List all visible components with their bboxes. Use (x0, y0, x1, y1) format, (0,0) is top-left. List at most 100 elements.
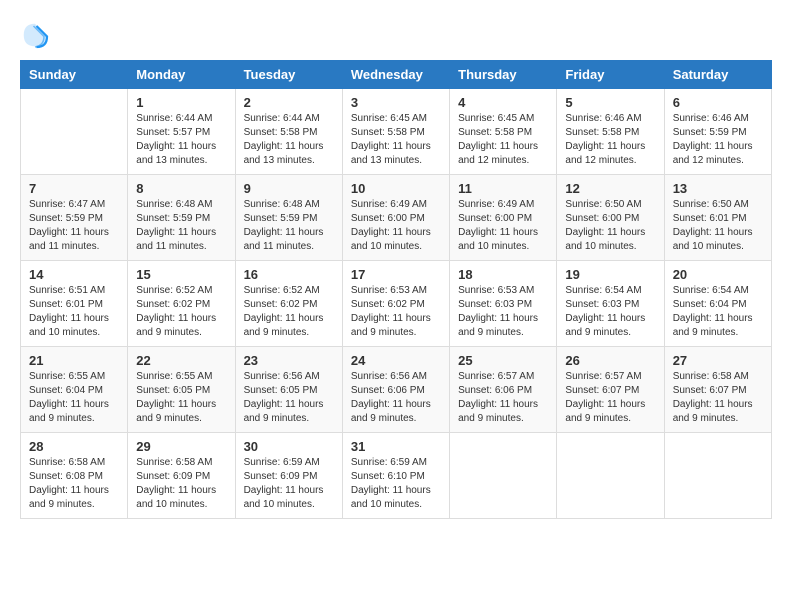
day-number: 18 (458, 267, 548, 282)
calendar-cell: 13Sunrise: 6:50 AM Sunset: 6:01 PM Dayli… (664, 175, 771, 261)
day-info: Sunrise: 6:59 AM Sunset: 6:10 PM Dayligh… (351, 456, 441, 512)
day-number: 14 (29, 267, 119, 282)
page-header (20, 20, 772, 50)
calendar-header-sunday: Sunday (21, 61, 128, 89)
calendar-header-monday: Monday (128, 61, 235, 89)
day-number: 12 (565, 181, 655, 196)
calendar-cell: 19 Sunrise: 6:54 AM Sunset: 6:03 PM Dayli… (557, 261, 664, 347)
calendar-cell: 2Sunrise: 6:44 AM Sunset: 5:58 PM Daylig… (235, 89, 342, 175)
calendar-header-friday: Friday (557, 61, 664, 89)
day-number: 23 (244, 353, 334, 368)
calendar-cell: 12Sunrise: 6:50 AM Sunset: 6:00 PM Dayli… (557, 175, 664, 261)
calendar-cell: 6Sunrise: 6:46 AM Sunset: 5:59 PM Daylig… (664, 89, 771, 175)
day-number: 25 (458, 353, 548, 368)
calendar-cell: 30 Sunrise: 6:59 AM Sunset: 6:09 PM Dayli… (235, 433, 342, 519)
calendar-week-row: 21 Sunrise: 6:55 AM Sunset: 6:04 PM Dayli… (21, 347, 772, 433)
day-info: Sunrise: 6:58 AM Sunset: 6:07 PM Dayligh… (673, 370, 763, 426)
calendar-cell: 31Sunrise: 6:59 AM Sunset: 6:10 PM Dayli… (342, 433, 449, 519)
calendar-cell: 23 Sunrise: 6:56 AM Sunset: 6:05 PM Dayli… (235, 347, 342, 433)
day-number: 11 (458, 181, 548, 196)
day-number: 16 (244, 267, 334, 282)
calendar-cell: 29 Sunrise: 6:58 AM Sunset: 6:09 PM Dayli… (128, 433, 235, 519)
day-number: 21 (29, 353, 119, 368)
calendar-header-wednesday: Wednesday (342, 61, 449, 89)
day-info: Sunrise: 6:46 AM Sunset: 5:58 PM Dayligh… (565, 112, 655, 168)
day-number: 29 (136, 439, 226, 454)
calendar-cell (557, 433, 664, 519)
day-number: 17 (351, 267, 441, 282)
calendar-cell (664, 433, 771, 519)
logo (20, 20, 54, 50)
calendar-week-row: 14 Sunrise: 6:51 AM Sunset: 6:01 PM Dayli… (21, 261, 772, 347)
calendar-cell: 1 Sunrise: 6:44 AM Sunset: 5:57 PM Daylig… (128, 89, 235, 175)
day-number: 5 (565, 95, 655, 110)
day-info: Sunrise: 6:54 AM Sunset: 6:03 PM Dayligh… (565, 284, 655, 340)
day-number: 4 (458, 95, 548, 110)
day-info: Sunrise: 6:56 AM Sunset: 6:06 PM Dayligh… (351, 370, 441, 426)
logo-icon (20, 20, 50, 50)
day-info: Sunrise: 6:49 AM Sunset: 6:00 PM Dayligh… (351, 198, 441, 254)
day-info: Sunrise: 6:48 AM Sunset: 5:59 PM Dayligh… (136, 198, 226, 254)
day-number: 30 (244, 439, 334, 454)
day-info: Sunrise: 6:57 AM Sunset: 6:07 PM Dayligh… (565, 370, 655, 426)
calendar-header-saturday: Saturday (664, 61, 771, 89)
calendar-header-thursday: Thursday (450, 61, 557, 89)
day-info: Sunrise: 6:44 AM Sunset: 5:57 PM Dayligh… (136, 112, 226, 168)
day-info: Sunrise: 6:57 AM Sunset: 6:06 PM Dayligh… (458, 370, 548, 426)
day-number: 9 (244, 181, 334, 196)
day-info: Sunrise: 6:54 AM Sunset: 6:04 PM Dayligh… (673, 284, 763, 340)
day-number: 7 (29, 181, 119, 196)
day-number: 26 (565, 353, 655, 368)
calendar-cell (21, 89, 128, 175)
day-number: 19 (565, 267, 655, 282)
day-number: 3 (351, 95, 441, 110)
calendar-cell: 28 Sunrise: 6:58 AM Sunset: 6:08 PM Dayli… (21, 433, 128, 519)
calendar-cell (450, 433, 557, 519)
calendar-header-row: SundayMondayTuesdayWednesdayThursdayFrid… (21, 61, 772, 89)
calendar-cell: 22 Sunrise: 6:55 AM Sunset: 6:05 PM Dayli… (128, 347, 235, 433)
calendar-header-tuesday: Tuesday (235, 61, 342, 89)
day-number: 8 (136, 181, 226, 196)
calendar-cell: 11Sunrise: 6:49 AM Sunset: 6:00 PM Dayli… (450, 175, 557, 261)
day-info: Sunrise: 6:53 AM Sunset: 6:02 PM Dayligh… (351, 284, 441, 340)
calendar-cell: 15Sunrise: 6:52 AM Sunset: 6:02 PM Dayli… (128, 261, 235, 347)
calendar-cell: 7 Sunrise: 6:47 AM Sunset: 5:59 PM Daylig… (21, 175, 128, 261)
calendar-cell: 14 Sunrise: 6:51 AM Sunset: 6:01 PM Dayli… (21, 261, 128, 347)
calendar-cell: 24 Sunrise: 6:56 AM Sunset: 6:06 PM Dayli… (342, 347, 449, 433)
day-number: 20 (673, 267, 763, 282)
calendar-cell: 17 Sunrise: 6:53 AM Sunset: 6:02 PM Dayli… (342, 261, 449, 347)
day-number: 2 (244, 95, 334, 110)
calendar-week-row: 7 Sunrise: 6:47 AM Sunset: 5:59 PM Daylig… (21, 175, 772, 261)
day-info: Sunrise: 6:55 AM Sunset: 6:04 PM Dayligh… (29, 370, 119, 426)
calendar-cell: 25 Sunrise: 6:57 AM Sunset: 6:06 PM Dayli… (450, 347, 557, 433)
day-info: Sunrise: 6:51 AM Sunset: 6:01 PM Dayligh… (29, 284, 119, 340)
calendar-cell: 4Sunrise: 6:45 AM Sunset: 5:58 PM Daylig… (450, 89, 557, 175)
day-number: 27 (673, 353, 763, 368)
day-info: Sunrise: 6:53 AM Sunset: 6:03 PM Dayligh… (458, 284, 548, 340)
calendar-week-row: 28 Sunrise: 6:58 AM Sunset: 6:08 PM Dayli… (21, 433, 772, 519)
calendar-cell: 8 Sunrise: 6:48 AM Sunset: 5:59 PM Daylig… (128, 175, 235, 261)
day-number: 1 (136, 95, 226, 110)
day-info: Sunrise: 6:58 AM Sunset: 6:08 PM Dayligh… (29, 456, 119, 512)
day-number: 28 (29, 439, 119, 454)
day-info: Sunrise: 6:58 AM Sunset: 6:09 PM Dayligh… (136, 456, 226, 512)
calendar-cell: 21 Sunrise: 6:55 AM Sunset: 6:04 PM Dayli… (21, 347, 128, 433)
day-info: Sunrise: 6:52 AM Sunset: 6:02 PM Dayligh… (136, 284, 226, 340)
day-info: Sunrise: 6:47 AM Sunset: 5:59 PM Dayligh… (29, 198, 119, 254)
day-number: 13 (673, 181, 763, 196)
day-info: Sunrise: 6:55 AM Sunset: 6:05 PM Dayligh… (136, 370, 226, 426)
day-info: Sunrise: 6:59 AM Sunset: 6:09 PM Dayligh… (244, 456, 334, 512)
calendar-week-row: 1 Sunrise: 6:44 AM Sunset: 5:57 PM Daylig… (21, 89, 772, 175)
day-number: 22 (136, 353, 226, 368)
day-info: Sunrise: 6:48 AM Sunset: 5:59 PM Dayligh… (244, 198, 334, 254)
day-number: 6 (673, 95, 763, 110)
calendar-cell: 18 Sunrise: 6:53 AM Sunset: 6:03 PM Dayli… (450, 261, 557, 347)
day-info: Sunrise: 6:52 AM Sunset: 6:02 PM Dayligh… (244, 284, 334, 340)
calendar-cell: 3Sunrise: 6:45 AM Sunset: 5:58 PM Daylig… (342, 89, 449, 175)
calendar-cell: 27 Sunrise: 6:58 AM Sunset: 6:07 PM Dayli… (664, 347, 771, 433)
calendar-cell: 5 Sunrise: 6:46 AM Sunset: 5:58 PM Daylig… (557, 89, 664, 175)
day-info: Sunrise: 6:56 AM Sunset: 6:05 PM Dayligh… (244, 370, 334, 426)
day-number: 24 (351, 353, 441, 368)
calendar-cell: 16 Sunrise: 6:52 AM Sunset: 6:02 PM Dayli… (235, 261, 342, 347)
calendar: SundayMondayTuesdayWednesdayThursdayFrid… (20, 60, 772, 519)
